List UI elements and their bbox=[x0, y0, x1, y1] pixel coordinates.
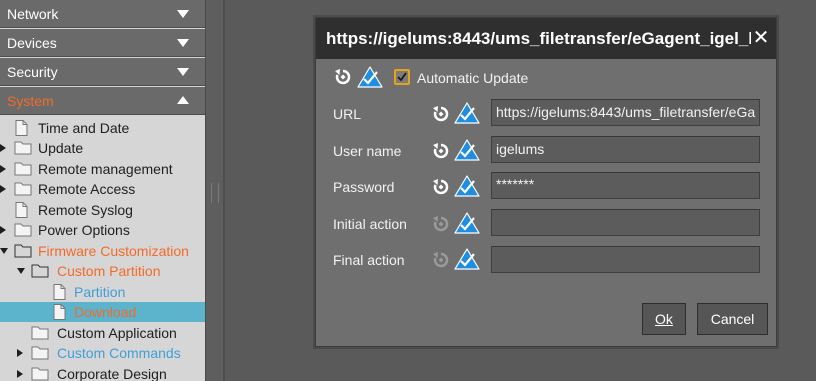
automatic-update-checkbox[interactable] bbox=[394, 69, 410, 85]
expand-arrow-icon bbox=[17, 349, 23, 357]
automatic-update-label: Automatic Update bbox=[417, 70, 529, 86]
tree-item-label: Custom Partition bbox=[57, 263, 161, 279]
apply-check-icon[interactable] bbox=[454, 248, 480, 270]
category-label: Devices bbox=[7, 35, 57, 51]
page-icon bbox=[15, 120, 28, 136]
tree-item-custom-commands[interactable]: Custom Commands bbox=[0, 343, 205, 363]
folder-open-icon bbox=[14, 244, 32, 258]
expand-arrow-icon bbox=[17, 370, 23, 378]
final-action-label: Final action bbox=[333, 252, 405, 268]
tree-item-label: Download bbox=[74, 304, 137, 320]
tree-item-remote-syslog[interactable]: Remote Syslog bbox=[0, 200, 205, 220]
apply-check-icon[interactable] bbox=[454, 175, 480, 197]
reset-icon[interactable] bbox=[432, 251, 450, 269]
password-field[interactable]: ******* bbox=[491, 172, 760, 199]
chevron-up-icon bbox=[177, 96, 189, 104]
tree-item-update[interactable]: Update bbox=[0, 138, 205, 158]
tree-item-label: Update bbox=[38, 140, 84, 156]
user-name-label: User name bbox=[333, 143, 402, 159]
tree-item-remote-management[interactable]: Remote management bbox=[0, 159, 205, 179]
page-icon bbox=[53, 284, 66, 300]
tree-item-corporate-design[interactable]: Corporate Design bbox=[0, 364, 205, 381]
user-name-field[interactable]: igelums bbox=[491, 136, 760, 163]
category-label: Network bbox=[7, 6, 59, 22]
initial-action-field[interactable] bbox=[491, 209, 760, 236]
apply-check-icon[interactable] bbox=[454, 212, 480, 234]
folder-icon bbox=[31, 367, 49, 381]
chevron-down-icon bbox=[177, 39, 189, 47]
tree-item-download[interactable]: Download bbox=[0, 302, 205, 322]
collapse-arrow-icon bbox=[0, 248, 8, 254]
tree-item-firmware-customization[interactable]: Firmware Customization bbox=[0, 241, 205, 261]
tree-item-time-and-date[interactable]: Time and Date bbox=[0, 118, 205, 138]
chevron-down-icon bbox=[177, 68, 189, 76]
reset-icon[interactable] bbox=[432, 215, 450, 233]
cancel-button[interactable]: Cancel bbox=[697, 303, 768, 335]
apply-check-icon[interactable] bbox=[357, 66, 383, 88]
tree-item-label: Custom Commands bbox=[57, 345, 181, 361]
apply-check-icon[interactable] bbox=[454, 139, 480, 161]
collapse-arrow-icon bbox=[17, 268, 25, 274]
expand-arrow-icon bbox=[0, 185, 6, 193]
url-field[interactable]: https://igelums:8443/ums_filetransfer/eG… bbox=[491, 99, 760, 126]
tree-item-label: Remote Syslog bbox=[38, 202, 133, 218]
apply-check-icon[interactable] bbox=[454, 102, 480, 124]
splitter-grip-icon[interactable] bbox=[211, 183, 219, 203]
tree-item-label: Remote Access bbox=[38, 181, 136, 197]
checkmark-icon bbox=[397, 72, 407, 82]
chevron-down-icon bbox=[177, 10, 189, 18]
url-label: URL bbox=[333, 106, 362, 122]
tree-item-label: Partition bbox=[74, 284, 126, 300]
page-icon bbox=[15, 202, 28, 218]
expand-arrow-icon bbox=[0, 226, 6, 234]
tree-item-label: Custom Application bbox=[57, 325, 177, 341]
page-icon bbox=[53, 304, 66, 320]
close-icon[interactable]: ✕ bbox=[752, 28, 770, 48]
category-network[interactable]: Network bbox=[0, 0, 205, 28]
reset-icon[interactable] bbox=[432, 142, 450, 160]
folder-open-icon bbox=[31, 264, 49, 278]
dialog: https://igelums:8443/ums_filetransfer/eG… bbox=[315, 17, 777, 347]
dialog-title-bar[interactable]: https://igelums:8443/ums_filetransfer/eG… bbox=[316, 18, 776, 59]
password-label: Password bbox=[333, 179, 395, 195]
reset-icon[interactable] bbox=[334, 68, 352, 86]
expand-arrow-icon bbox=[0, 144, 6, 152]
category-label: Security bbox=[7, 64, 58, 80]
category-label: System bbox=[7, 93, 54, 109]
tree-item-custom-partition[interactable]: Custom Partition bbox=[0, 261, 205, 281]
folder-icon bbox=[14, 162, 32, 176]
tree-item-custom-application[interactable]: Custom Application bbox=[0, 323, 205, 343]
folder-icon bbox=[14, 141, 32, 155]
folder-icon bbox=[31, 346, 49, 360]
divider bbox=[223, 0, 225, 381]
sidebar-splitter[interactable] bbox=[205, 0, 224, 381]
folder-icon bbox=[31, 326, 49, 340]
tree-item-power-options[interactable]: Power Options bbox=[0, 220, 205, 240]
tree-item-label: Remote management bbox=[38, 161, 173, 177]
ok-button[interactable]: Ok bbox=[642, 303, 686, 335]
tree-item-label: Time and Date bbox=[38, 120, 130, 136]
tree-item-label: Corporate Design bbox=[57, 366, 167, 381]
sidebar: Network Devices Security System Time and… bbox=[0, 0, 205, 381]
category-system[interactable]: System bbox=[0, 87, 205, 115]
tree-item-label: Power Options bbox=[38, 222, 130, 238]
tree-item-label: Firmware Customization bbox=[38, 243, 189, 259]
initial-action-label: Initial action bbox=[333, 216, 407, 232]
reset-icon[interactable] bbox=[432, 105, 450, 123]
final-action-field[interactable] bbox=[491, 246, 760, 273]
tree-item-remote-access[interactable]: Remote Access bbox=[0, 179, 205, 199]
expand-arrow-icon bbox=[0, 165, 6, 173]
category-security[interactable]: Security bbox=[0, 58, 205, 86]
folder-icon bbox=[14, 182, 32, 196]
folder-icon bbox=[14, 223, 32, 237]
ok-button-label: Ok bbox=[655, 311, 673, 327]
tree-item-partition[interactable]: Partition bbox=[0, 282, 205, 302]
category-devices[interactable]: Devices bbox=[0, 29, 205, 57]
dialog-title: https://igelums:8443/ums_filetransfer/eG… bbox=[326, 29, 751, 48]
reset-icon[interactable] bbox=[432, 178, 450, 196]
